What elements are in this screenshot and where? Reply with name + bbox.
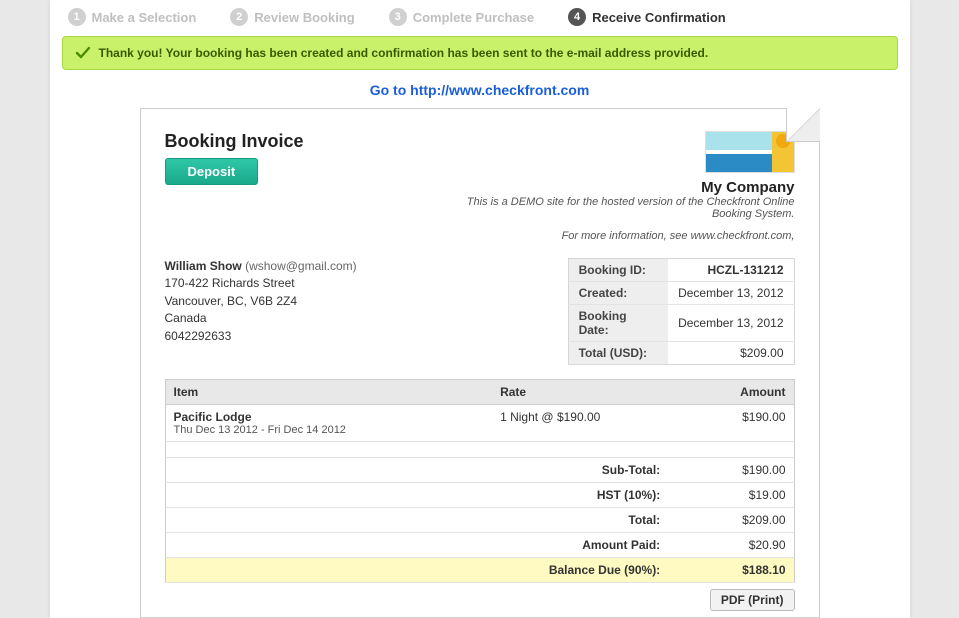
col-item: Item: [165, 380, 492, 405]
item-dates: Thu Dec 13 2012 - Fri Dec 14 2012: [174, 424, 485, 436]
meta-key: Booking ID:: [568, 259, 668, 282]
step-label: Complete Purchase: [413, 10, 534, 25]
item-amount: $190.00: [668, 405, 794, 442]
customer-addr1: 170-422 Richards Street: [165, 275, 357, 292]
page-fold-icon: [786, 108, 820, 142]
created-date: December 13, 2012: [668, 282, 794, 305]
step-number: 1: [68, 8, 86, 26]
col-amount: Amount: [668, 380, 794, 405]
invoice-title-block: Booking Invoice Deposit: [165, 131, 304, 185]
customer-country: Canada: [165, 310, 357, 327]
step-label: Review Booking: [254, 10, 354, 25]
items-table: Item Rate Amount Pacific Lodge Thu Dec 1…: [165, 379, 795, 583]
booking-id: HCZL-131212: [668, 259, 794, 282]
step-label: Receive Confirmation: [592, 10, 726, 25]
company-block: My Company This is a DEMO site for the h…: [435, 131, 795, 242]
booking-meta-table: Booking ID:HCZL-131212 Created:December …: [568, 258, 795, 365]
customer-addr2: Vancouver, BC, V6B 2Z4: [165, 293, 357, 310]
page: 1 Make a Selection 2 Review Booking 3 Co…: [50, 0, 910, 618]
step-1: 1 Make a Selection: [68, 8, 197, 26]
paid-label: Amount Paid:: [165, 533, 668, 558]
company-desc: This is a DEMO site for the hosted versi…: [435, 196, 795, 220]
balance-value: $188.10: [668, 558, 794, 583]
customer-email: (wshow@gmail.com): [245, 259, 357, 273]
booking-date: December 13, 2012: [668, 305, 794, 342]
balance-label: Balance Due (90%):: [165, 558, 668, 583]
meta-key: Created:: [568, 282, 668, 305]
subtotal-label: Sub-Total:: [165, 458, 668, 483]
goto-link[interactable]: http://www.checkfront.com: [410, 82, 589, 98]
check-icon: [75, 45, 91, 61]
meta-key: Total (USD):: [568, 342, 668, 365]
table-row: Pacific Lodge Thu Dec 13 2012 - Fri Dec …: [165, 405, 794, 442]
meta-key: Booking Date:: [568, 305, 668, 342]
company-name: My Company: [435, 179, 795, 196]
step-number: 4: [568, 8, 586, 26]
invoice-title: Booking Invoice: [165, 131, 304, 152]
item-rate: 1 Night @ $190.00: [492, 405, 668, 442]
step-number: 3: [389, 8, 407, 26]
company-logo: [705, 131, 795, 173]
pdf-print-button[interactable]: PDF (Print): [710, 589, 795, 611]
tax-label: HST (10%):: [165, 483, 668, 508]
col-rate: Rate: [492, 380, 668, 405]
subtotal-value: $190.00: [668, 458, 794, 483]
pdf-row: PDF (Print): [165, 583, 795, 617]
total-label: Total:: [165, 508, 668, 533]
paid-value: $20.90: [668, 533, 794, 558]
goto-prefix: Go to: [370, 82, 410, 98]
company-info: For more information, see www.checkfront…: [435, 230, 795, 242]
step-2: 2 Review Booking: [230, 8, 354, 26]
success-banner: Thank you! Your booking has been created…: [62, 36, 898, 70]
step-nav: 1 Make a Selection 2 Review Booking 3 Co…: [50, 0, 910, 36]
step-label: Make a Selection: [92, 10, 197, 25]
invoice-header: Booking Invoice Deposit My Company This …: [165, 131, 795, 242]
customer-phone: 6042292633: [165, 328, 357, 345]
invoice: Booking Invoice Deposit My Company This …: [140, 108, 820, 618]
banner-text: Thank you! Your booking has been created…: [99, 46, 709, 60]
meta-row: William Show (wshow@gmail.com) 170-422 R…: [165, 258, 795, 365]
total-value: $209.00: [668, 508, 794, 533]
meta-total: $209.00: [668, 342, 794, 365]
item-name: Pacific Lodge: [174, 410, 485, 424]
goto-link-line: Go to http://www.checkfront.com: [50, 70, 910, 108]
step-number: 2: [230, 8, 248, 26]
deposit-button[interactable]: Deposit: [165, 158, 259, 185]
step-4: 4 Receive Confirmation: [568, 8, 726, 26]
customer-name: William Show: [165, 259, 242, 273]
tax-value: $19.00: [668, 483, 794, 508]
customer-block: William Show (wshow@gmail.com) 170-422 R…: [165, 258, 357, 345]
step-3: 3 Complete Purchase: [389, 8, 534, 26]
